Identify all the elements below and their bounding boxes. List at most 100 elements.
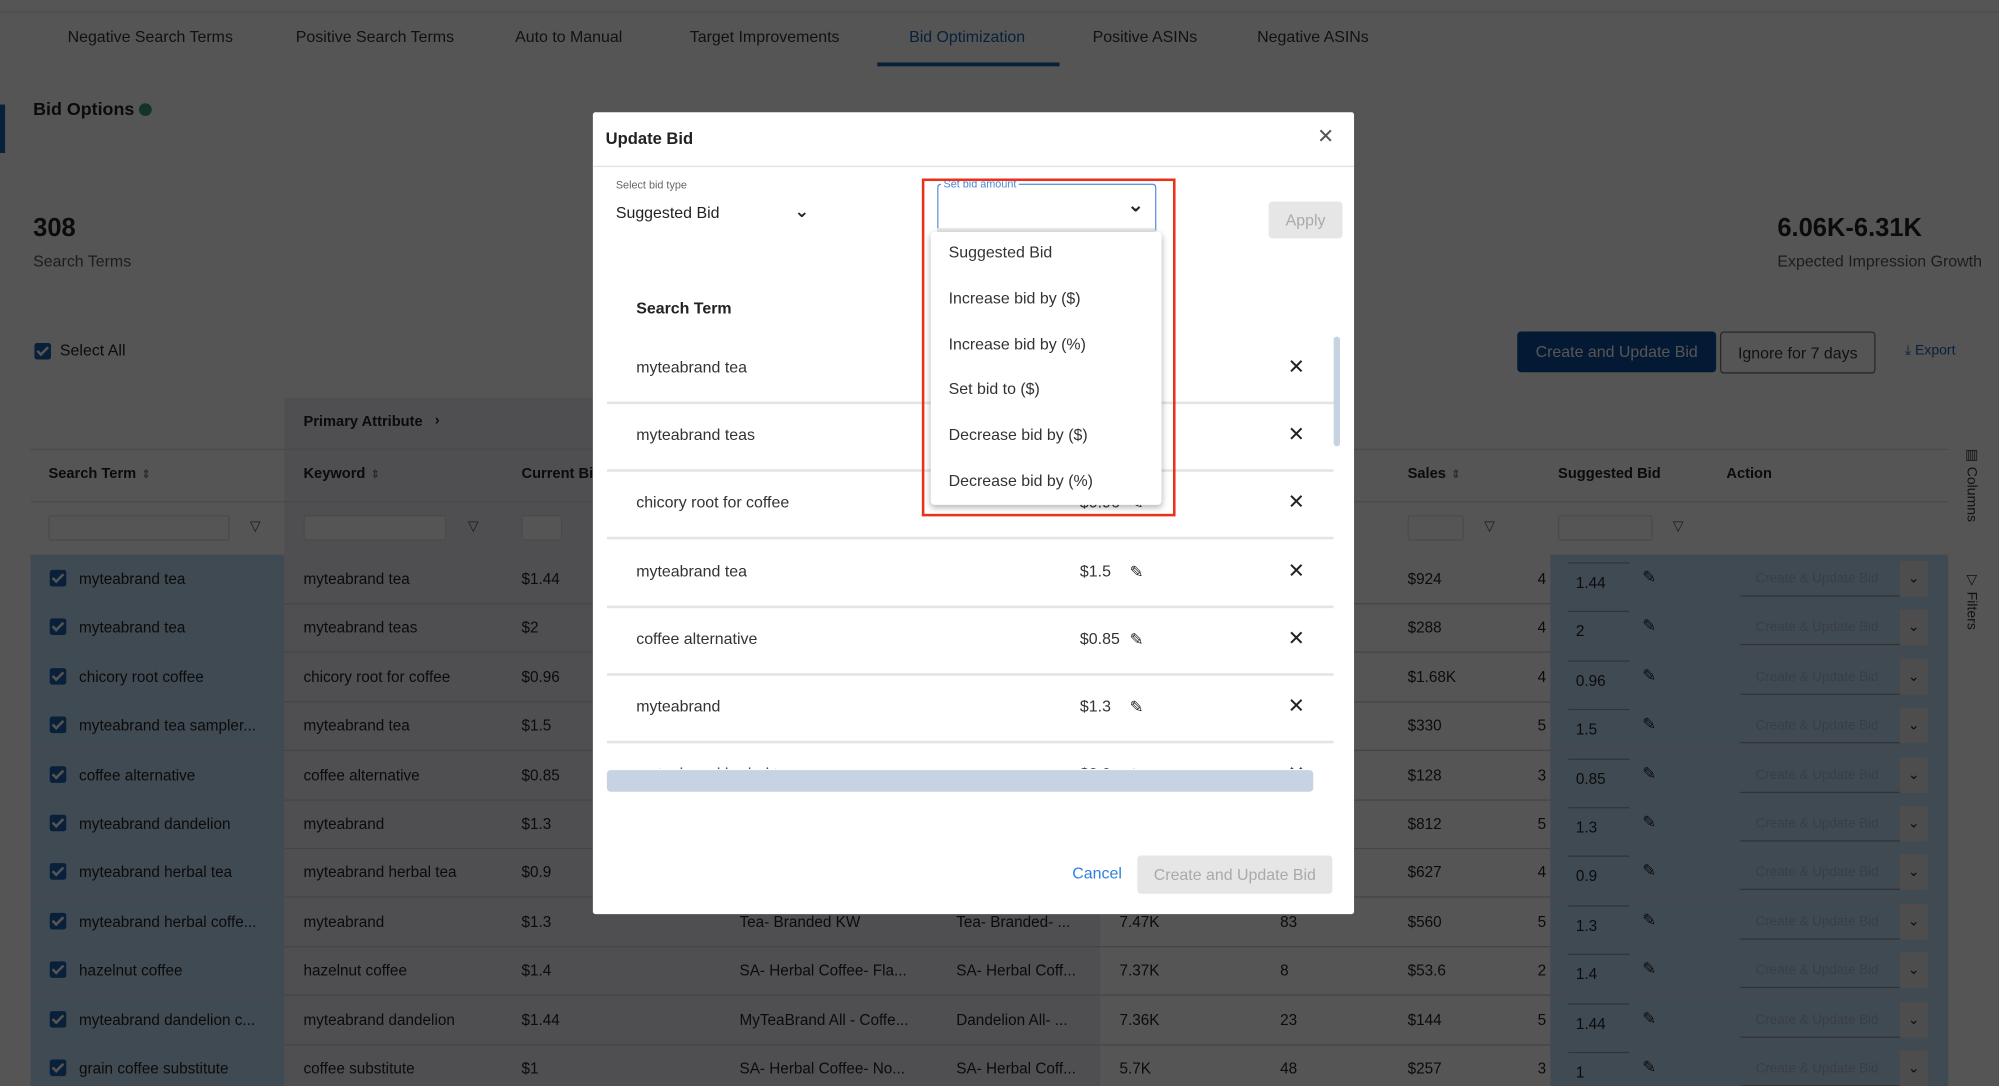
row-checkbox[interactable] [49,667,67,685]
cancel-button[interactable]: Cancel [1072,864,1122,882]
create-update-bid-submit-button[interactable]: Create and Update Bid [1137,855,1333,894]
tab-positive-search-terms[interactable]: Positive Search Terms [296,28,454,46]
pencil-icon[interactable]: ✎ [1130,741,1144,769]
filter-icon[interactable]: ▽ [1484,518,1495,534]
chevron-down-icon[interactable]: ⌄ [1899,854,1928,891]
suggested-bid-input[interactable]: 1.4 [1568,953,1630,991]
header-sales[interactable]: Sales ⇕ [1408,467,1461,482]
chevron-down-icon[interactable]: ⌄ [1899,756,1928,793]
action-select[interactable]: Create & Update Bid [1740,708,1902,744]
pencil-icon[interactable]: ✎ [1642,763,1656,783]
pencil-icon[interactable]: ✎ [1130,538,1144,606]
filter-icon[interactable]: ▽ [468,518,479,534]
action-select[interactable]: Create & Update Bid [1740,610,1902,646]
export-button[interactable]: ⤓ Export [1905,343,1956,360]
remove-icon[interactable]: ✕ [1288,605,1305,673]
tab-auto-to-manual[interactable]: Auto to Manual [515,28,622,46]
pencil-icon[interactable]: ✎ [1642,665,1656,685]
chevron-down-icon[interactable]: ⌄ [1899,609,1928,646]
suggested-bid-filter-input[interactable] [1558,515,1653,541]
tab-negative-asins[interactable]: Negative ASINs [1257,28,1369,46]
table-row[interactable]: hazelnut coffee hazelnut coffee $1.4 SA- He… [30,946,1949,997]
keyword-filter-input[interactable] [303,515,447,541]
pencil-icon[interactable]: ✎ [1642,616,1656,636]
chevron-down-icon[interactable]: ⌄ [1899,561,1928,597]
chevron-down-icon[interactable]: ⌄ [1899,903,1928,940]
remove-icon[interactable]: ✕ [1288,538,1305,606]
suggested-bid-input[interactable]: 2 [1568,611,1630,648]
suggested-bid-input[interactable]: 0.96 [1568,660,1630,697]
row-checkbox[interactable] [49,1059,67,1077]
action-select[interactable]: Create & Update Bid [1740,855,1902,891]
pencil-icon[interactable]: ✎ [1642,861,1656,881]
select-all-checkbox[interactable]: Select All [34,342,125,360]
chevron-down-icon[interactable]: ⌄ [1899,1050,1928,1086]
remove-icon[interactable]: ✕ [1288,673,1305,741]
header-current-bid[interactable]: Current Bi [521,467,593,482]
pencil-icon[interactable]: ✎ [1642,959,1656,979]
current-bid-filter-input[interactable] [521,515,563,541]
remove-icon[interactable]: ✕ [1288,741,1305,769]
tab-negative-search-terms[interactable]: Negative Search Terms [68,28,233,46]
info-icon[interactable] [139,103,153,117]
row-checkbox[interactable] [49,618,67,636]
bid-option[interactable]: Suggested Bid [949,244,1053,262]
action-select[interactable]: Create & Update Bid [1740,1002,1902,1038]
filter-icon[interactable]: ▽ [250,518,261,534]
vertical-scrollbar[interactable] [1333,336,1341,447]
pencil-icon[interactable]: ✎ [1642,567,1656,587]
suggested-bid-input[interactable]: 1.44 [1568,562,1630,599]
ignore-7-days-button[interactable]: Ignore for 7 days [1719,331,1876,374]
row-checkbox[interactable] [49,1010,67,1028]
pencil-icon[interactable]: ✎ [1130,673,1144,741]
tab-target-improvements[interactable]: Target Improvements [690,28,840,46]
row-checkbox[interactable] [49,814,67,832]
pencil-icon[interactable]: ✎ [1642,1057,1656,1077]
suggested-bid-input[interactable]: 0.9 [1568,856,1630,893]
row-checkbox[interactable] [49,569,67,587]
columns-panel-toggle[interactable]: ▥ Columns [1964,446,1981,522]
action-select[interactable]: Create & Update Bid [1740,659,1902,695]
action-select[interactable]: Create & Update Bid [1740,904,1902,940]
pencil-icon[interactable]: ✎ [1130,605,1144,673]
remove-icon[interactable]: ✕ [1288,334,1305,402]
action-select[interactable]: Create & Update Bid [1740,561,1902,597]
remove-icon[interactable]: ✕ [1288,402,1305,470]
chevron-down-icon[interactable]: ⌄ [1899,658,1928,695]
tab-bid-optimization[interactable]: Bid Optimization [909,28,1025,46]
action-select[interactable]: Create & Update Bid [1740,806,1902,842]
pencil-icon[interactable]: ✎ [1642,1008,1656,1028]
action-select[interactable]: Create & Update Bid [1740,1051,1902,1086]
action-select[interactable]: Create & Update Bid [1740,757,1902,793]
bid-option[interactable]: Decrease bid by ($) [949,426,1088,444]
suggested-bid-input[interactable]: 1 [1568,1051,1630,1086]
suggested-bid-input[interactable]: 1.5 [1568,709,1630,746]
sales-filter-input[interactable] [1407,515,1464,541]
row-checkbox[interactable] [49,961,67,979]
header-keyword[interactable]: Keyword ⇕ [303,467,380,482]
create-update-bid-button[interactable]: Create and Update Bid [1517,331,1717,373]
row-checkbox[interactable] [49,863,67,881]
bid-option[interactable]: Decrease bid by (%) [949,472,1093,490]
bid-amount-select[interactable]: ⌄ [937,183,1157,231]
close-icon[interactable]: ✕ [1317,124,1334,150]
chevron-down-icon[interactable]: ⌄ [1899,952,1928,989]
table-row[interactable]: myteabrand dandelion c... myteabrand dand… [30,995,1949,1045]
filters-panel-toggle[interactable]: ▽ Filters [1964,571,1981,630]
bid-type-select[interactable]: Suggested Bid ⌄ [616,200,815,232]
header-search-term[interactable]: Search Term ⇕ [48,467,150,482]
suggested-bid-input[interactable]: 0.85 [1568,758,1630,795]
apply-button[interactable]: Apply [1268,201,1343,239]
suggested-bid-input[interactable]: 1.3 [1568,807,1630,844]
row-checkbox[interactable] [49,912,67,930]
filter-icon[interactable]: ▽ [1673,518,1684,534]
suggested-bid-input[interactable]: 1.44 [1568,1002,1630,1040]
action-select[interactable]: Create & Update Bid [1740,953,1902,989]
bid-option[interactable]: Increase bid by (%) [949,335,1086,353]
remove-icon[interactable]: ✕ [1288,470,1305,538]
table-row[interactable]: grain coffee substitute coffee substitute… [30,1044,1949,1086]
bid-option[interactable]: Increase bid by ($) [949,289,1081,307]
horizontal-scrollbar[interactable] [606,770,1314,792]
pencil-icon[interactable]: ✎ [1642,714,1656,734]
search-term-filter-input[interactable] [48,515,230,541]
